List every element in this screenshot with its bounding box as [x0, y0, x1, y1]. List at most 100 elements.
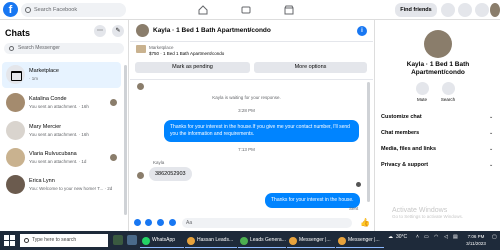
outgoing-message[interactable]: Thanks for your interest in the house. — [265, 193, 360, 208]
search-icon — [9, 46, 14, 51]
system-clock[interactable]: 7:06 PM 3/11/2023 — [462, 233, 490, 247]
chat-item-marketplace[interactable]: Marketplace · 1m — [2, 62, 121, 88]
search-icon[interactable] — [442, 82, 455, 95]
gif-icon[interactable] — [169, 219, 176, 226]
sticker-icon[interactable] — [157, 219, 164, 226]
listing-thumbnail[interactable] — [136, 45, 146, 53]
message-input[interactable]: Aa — [182, 218, 352, 228]
chevron-down-icon[interactable]: ⌄ — [248, 27, 252, 33]
watch-nav-icon[interactable] — [240, 4, 252, 16]
taskbar-app-messenger-1[interactable]: Messenger |... — [287, 233, 335, 248]
plus-icon[interactable] — [134, 219, 141, 226]
chat-preview: You sent an attachment. · 16h — [29, 132, 89, 137]
details-title: Kayla · 1 Bed 1 Bath Apartment/condo — [406, 61, 470, 76]
search-placeholder: Search Facebook — [34, 7, 78, 13]
marketplace-nav-icon[interactable] — [283, 4, 295, 16]
notifications-bell-icon[interactable] — [475, 3, 489, 17]
seen-avatar — [110, 154, 117, 161]
chat-item-erica-lynn[interactable]: Erica Lynn You: Welcome to your new home… — [2, 172, 121, 198]
avatar[interactable] — [424, 30, 452, 58]
notification-center-icon[interactable]: ▢ — [492, 234, 497, 240]
find-friends-button[interactable]: Find friends — [395, 3, 437, 17]
chrome-icon — [240, 237, 248, 245]
more-options-button[interactable]: More options — [254, 62, 367, 73]
language-icon[interactable]: ▤ — [453, 234, 458, 240]
facebook-logo[interactable]: f — [3, 2, 18, 17]
search-icon — [25, 7, 31, 13]
weather-icon[interactable]: ☁ — [388, 234, 393, 240]
chat-preview: You: Welcome to your new home! T... · 2d — [29, 186, 113, 191]
like-icon[interactable]: 👍 — [360, 218, 370, 227]
conversation-details-pane: Kayla · 1 Bed 1 Bath Apartment/condo Mut… — [374, 20, 500, 231]
taskbar-search-input[interactable]: Type here to search — [20, 234, 108, 247]
marketplace-listing-card: Marketplace $750 · 1 Bed 1 Bath Apartmen… — [130, 42, 373, 80]
speaker-icon[interactable]: ◁ — [444, 234, 448, 240]
whatsapp-icon — [142, 237, 150, 245]
chevron-down-icon[interactable]: ⌄ — [489, 162, 493, 168]
avatar[interactable] — [136, 24, 149, 37]
battery-icon[interactable]: ▭ — [424, 234, 429, 240]
chat-name: Erica Lynn — [29, 178, 55, 184]
more-options-icon[interactable]: ⋯ — [94, 25, 106, 37]
chat-item-vlaria-rulvucubana[interactable]: Vlaria Rulvucubana You sent an attachmen… — [2, 145, 121, 171]
chat-name: Katalina Conde — [29, 96, 67, 102]
mute-bell-icon[interactable] — [416, 82, 429, 95]
new-message-icon[interactable]: ✎ — [112, 25, 124, 37]
conversation-scrollbar[interactable] — [367, 82, 370, 202]
weather-temperature[interactable]: 30°C — [396, 234, 407, 240]
image-icon[interactable] — [145, 219, 152, 226]
info-icon[interactable]: i — [357, 26, 367, 36]
account-avatar[interactable] — [490, 3, 500, 17]
chat-item-katalina-conde[interactable]: Katalina Conde You sent an attachment. ·… — [2, 90, 121, 116]
taskbar-app-messenger-2[interactable]: Messenger |... — [336, 233, 384, 248]
message-composer: Aa 👍 — [130, 216, 373, 231]
taskbar-search-placeholder: Type here to search — [32, 237, 77, 243]
app-label: Hassan Leads... — [197, 237, 234, 243]
chat-name: Mary Mercier — [29, 124, 62, 130]
chevron-down-icon[interactable]: ⌄ — [489, 146, 493, 152]
messenger-icon[interactable] — [458, 3, 472, 17]
chevron-down-icon[interactable]: ⌄ — [489, 130, 493, 136]
taskbar-app-leads-genera[interactable]: Leads Genera... — [238, 233, 286, 248]
avatar — [6, 121, 25, 140]
taskbar-app-hassan-leads[interactable]: Hassan Leads... — [185, 233, 237, 248]
conversation-header: Kayla · 1 Bed 1 Bath Apartment/condo ⌄ i — [130, 20, 373, 42]
clock-time: 7:06 PM — [467, 234, 485, 239]
chrome-icon — [289, 237, 297, 245]
conversation-title[interactable]: Kayla · 1 Bed 1 Bath Apartment/condo — [153, 27, 271, 34]
windows-taskbar: Type here to search WhatsApp Hassan Lead… — [0, 231, 500, 250]
incoming-message[interactable]: 3862052903 — [149, 167, 192, 181]
chat-name: Vlaria Rulvucubana — [29, 151, 77, 157]
chats-sidebar: Chats ⋯ ✎ Search Messenger Marketplace ·… — [0, 20, 129, 231]
section-media-files-links[interactable]: Media, files and links — [381, 146, 436, 152]
facebook-search-input[interactable]: Search Facebook — [21, 3, 126, 17]
messenger-search-input[interactable]: Search Messenger — [4, 43, 124, 54]
chevron-down-icon[interactable]: ⌄ — [489, 114, 493, 120]
outgoing-message[interactable]: Thanks for your interest in the house.If… — [164, 120, 359, 142]
app-label: Messenger |... — [348, 237, 380, 243]
task-view-icon[interactable] — [127, 235, 137, 245]
conversation-pane: Kayla · 1 Bed 1 Bath Apartment/condo ⌄ i… — [130, 20, 373, 231]
avatar — [6, 148, 25, 167]
chat-item-mary-mercier[interactable]: Mary Mercier You sent an attachment. · 1… — [2, 118, 121, 144]
section-chat-members[interactable]: Chat members — [381, 130, 419, 136]
tray-chevron-up-icon[interactable]: ˄ — [416, 234, 419, 240]
marketplace-label: Marketplace — [149, 45, 174, 50]
search-label: Search — [440, 97, 456, 102]
app-label: WhatsApp — [152, 237, 176, 243]
section-customize-chat[interactable]: Customize chat — [381, 114, 422, 120]
kayla-avatar — [137, 172, 144, 179]
listing-title[interactable]: $750 · 1 Bed 1 Bath Apartment/condo — [149, 51, 224, 56]
wifi-icon[interactable]: ◠ — [434, 234, 438, 240]
sent-status: Sent — [349, 206, 359, 211]
clock-date: 3/11/2023 — [466, 241, 486, 246]
section-privacy-support[interactable]: Privacy & support — [381, 162, 428, 168]
windows-start-icon[interactable] — [4, 235, 15, 246]
taskbar-app-whatsapp[interactable]: WhatsApp — [140, 233, 184, 248]
clover-icon[interactable] — [113, 235, 123, 245]
menu-grid-icon[interactable] — [441, 3, 455, 17]
mark-as-pending-button[interactable]: Mark as pending — [135, 62, 250, 73]
top-bar: f Search Facebook Find friends — [0, 0, 500, 20]
chats-scrollbar[interactable] — [124, 65, 127, 215]
home-nav-icon[interactable] — [197, 4, 209, 16]
